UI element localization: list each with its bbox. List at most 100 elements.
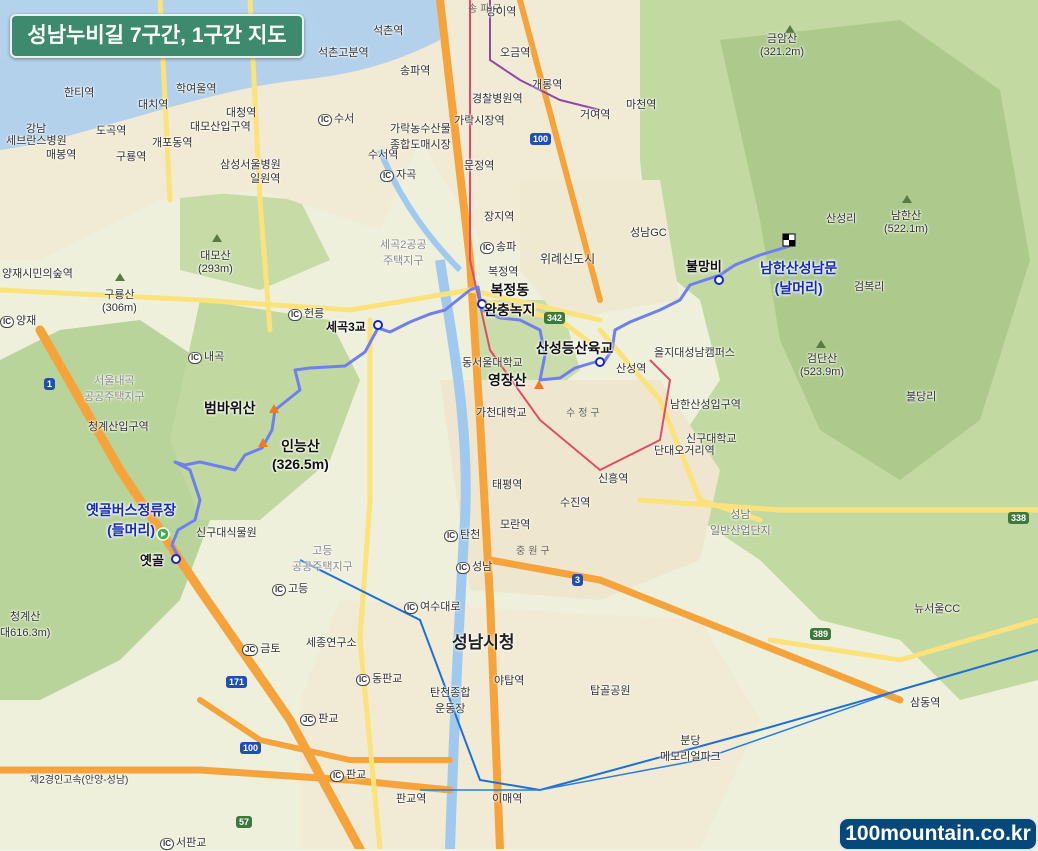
end-label: 남한산성남문 (날머리) xyxy=(760,260,838,296)
road-shield: 171 xyxy=(226,676,248,688)
peak-geomdan: 검단산 (523.9m) xyxy=(800,353,845,378)
map-title: 성남누비길 7구간, 1구간 지도 xyxy=(10,14,304,58)
station-sanseong: 산성역 xyxy=(616,363,647,375)
place-sejong-inst: 세종연구소 xyxy=(306,637,357,649)
place-buldang: 불당리 xyxy=(906,391,937,403)
segok3-label: 세곡3교 xyxy=(326,320,366,334)
ic-godeung: IC 고등 xyxy=(272,580,308,596)
ic-seopangyo: IC 서판교 xyxy=(160,834,206,850)
place-dongseoul-univ: 동서울대학교 xyxy=(462,357,523,369)
station-macheon: 마천역 xyxy=(626,99,657,111)
place-gangnam: 강남 xyxy=(26,123,47,135)
place-tancheon-stadium: 탄천종합 운동장 xyxy=(430,687,471,715)
bulmangbi-label: 불망비 xyxy=(686,259,722,274)
place-naegok-housing: 서울내곡 공공주택지구 xyxy=(84,375,145,403)
place-wirye: 위례신도시 xyxy=(540,252,596,266)
bokjeong-label: 복정동 완충녹지 xyxy=(484,282,536,318)
ic-yangjae: IC 양재 xyxy=(0,312,36,328)
district-songpa: 송파구 xyxy=(468,4,505,15)
peak-geumam: 금암산 (321.2m) xyxy=(760,33,805,58)
station-hakyeoul: 학여울역 xyxy=(176,83,217,95)
sanseong-bridge-label: 산성등산육교 xyxy=(536,340,614,356)
station-gaerong: 개롱역 xyxy=(532,79,563,91)
peak-daemo: 대모산 (293m) xyxy=(198,250,233,275)
place-singu-univ: 신구대학교 xyxy=(686,433,737,445)
station-hanti: 한티역 xyxy=(64,87,95,99)
road-shield: 100 xyxy=(530,133,552,145)
station-taepyeong: 태평역 xyxy=(492,479,523,491)
station-yangjae: 양재시민의숲역 xyxy=(2,268,73,280)
road-shield: 3 xyxy=(572,574,584,586)
segok3-marker xyxy=(373,320,383,330)
station-jangji: 장지역 xyxy=(484,211,515,223)
place-godeung-housing: 고등 공공주택지구 xyxy=(292,545,353,573)
oetgol-station-marker xyxy=(171,554,181,564)
place-singu-garden: 신구대식물원 xyxy=(196,527,257,539)
station-imae: 이매역 xyxy=(492,793,523,805)
station-namhansanseong: 남한산성입구역 xyxy=(670,399,741,411)
jc-pangyo: JC 판교 xyxy=(300,710,338,726)
sanseong-bridge-marker xyxy=(595,357,605,367)
place-geombong: 검복리 xyxy=(854,281,885,293)
start-label: 옛골버스정류장 (들머리) xyxy=(86,502,177,538)
district-sujeong: 수정구 xyxy=(566,408,603,419)
place-tapgol: 탑골공원 xyxy=(590,685,631,697)
station-ogeum: 오금역 xyxy=(500,47,531,59)
station-gaepo: 개포동역 xyxy=(152,137,193,149)
station-guryong: 구룡역 xyxy=(116,151,147,163)
place-newseoul-cc: 뉴서울CC xyxy=(914,603,961,615)
road-shield: 1 xyxy=(44,378,56,390)
map-canvas[interactable] xyxy=(0,0,1038,849)
station-irwon: 일원역 xyxy=(250,173,281,185)
station-sinheung: 신흥역 xyxy=(598,473,629,485)
station-daemo-entrance: 대모산입구역 xyxy=(190,121,251,133)
peak-cheonggye: 청계산 대616.3m) xyxy=(0,611,51,639)
station-gyeongchal: 경찰병원역 xyxy=(472,93,523,105)
place-gachon-univ: 가천대학교 xyxy=(476,407,527,419)
road-shield: 338 xyxy=(1008,512,1030,524)
station-pangyo: 판교역 xyxy=(396,793,427,805)
station-daechi: 대치역 xyxy=(138,99,169,111)
ic-songpa: IC 송파 xyxy=(480,238,516,254)
place-sanseongri: 산성리 xyxy=(826,213,857,225)
station-samdong: 삼동역 xyxy=(910,697,941,709)
brand-watermark: 100mountain.co.kr xyxy=(838,817,1038,851)
ic-yeosu: IC 여수대로 xyxy=(404,598,460,614)
district-jungwon: 중원구 xyxy=(516,546,553,557)
bulmangbi-marker xyxy=(714,275,724,285)
road-shield: 57 xyxy=(236,816,253,828)
station-seokchon: 석촌역 xyxy=(373,25,404,37)
peak-guryong: 구룡산 (306m) xyxy=(102,289,137,314)
station-munjeong: 문정역 xyxy=(464,160,495,172)
road-shield: 342 xyxy=(544,312,566,324)
station-seokchongobun: 석촌고분역 xyxy=(318,47,369,59)
ic-suseo: IC 수서 xyxy=(318,110,354,126)
inneung-label: 인능산 (326.5m) xyxy=(272,438,329,472)
station-garak: 가락시장역 xyxy=(454,115,505,127)
beombawi-label: 범바위산 xyxy=(204,400,256,416)
ic-seongnam: IC 성남 xyxy=(456,558,492,574)
ic-dongpangyo: IC 동판교 xyxy=(356,670,402,686)
road-shield: 100 xyxy=(240,742,262,754)
station-yadap: 야탑역 xyxy=(494,675,525,687)
place-garak-market: 가락농수산물 종합도매시장 xyxy=(390,123,451,151)
place-segok-housing: 세곡2공공 주택지구 xyxy=(380,239,427,267)
ic-jagok: IC 자곡 xyxy=(380,166,416,182)
finish-flag-icon xyxy=(782,233,796,247)
ic-naegok: IC 내곡 xyxy=(188,348,224,364)
yeongjang-label: 영장산 xyxy=(488,372,527,388)
city-hall-label: 성남시청 xyxy=(452,633,515,652)
station-moran: 모란역 xyxy=(500,519,531,531)
place-seongnam-gc: 성남GC xyxy=(630,227,667,239)
road-second-gyeongin: 제2경인고속(안양-성남) xyxy=(30,775,129,786)
peak-namhan: 남한산 (522.1m) xyxy=(884,210,929,235)
jc-geumto: JC 금토 xyxy=(242,640,280,656)
road-shield: 389 xyxy=(810,628,832,640)
place-memorial: 분당 메모리얼파크 xyxy=(660,735,721,763)
place-eulji: 을지대성남캠퍼스 xyxy=(654,347,735,359)
station-dogok: 도곡역 xyxy=(96,125,127,137)
oetgol-label: 옛골 xyxy=(140,553,164,568)
station-bokjeong: 복정역 xyxy=(488,266,519,278)
place-industrial: 성남 일반산업단지 xyxy=(710,509,771,537)
station-geoyeo: 거여역 xyxy=(580,109,611,121)
